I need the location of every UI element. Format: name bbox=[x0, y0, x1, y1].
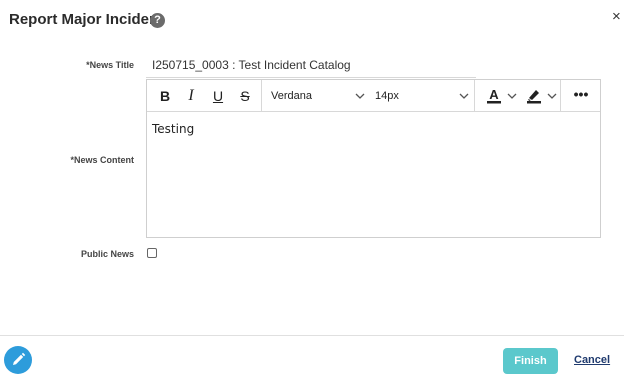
strikethrough-button[interactable]: S bbox=[236, 87, 254, 105]
editor-toolbar: B I U S Verdana 14px A ••• bbox=[147, 80, 600, 112]
text-color-button[interactable]: A bbox=[483, 86, 505, 106]
news-content-label: *News Content bbox=[70, 155, 134, 165]
highlighter-icon bbox=[527, 90, 541, 104]
footer-divider bbox=[0, 335, 624, 336]
dialog-title: Report Major Incident bbox=[9, 11, 164, 28]
highlight-color-button[interactable] bbox=[523, 86, 545, 106]
font-family-value: Verdana bbox=[271, 90, 312, 102]
question-circle-icon[interactable]: ? bbox=[150, 13, 165, 28]
public-news-checkbox[interactable] bbox=[147, 248, 157, 258]
toolbar-divider bbox=[560, 80, 561, 111]
text-color-icon: A bbox=[487, 87, 501, 104]
cancel-link[interactable]: Cancel bbox=[574, 354, 610, 366]
news-title-input[interactable] bbox=[146, 53, 476, 78]
editor-content[interactable]: Testing bbox=[152, 122, 194, 136]
rich-text-editor: B I U S Verdana 14px A ••• Testing bbox=[146, 79, 601, 238]
underline-button[interactable]: U bbox=[209, 87, 227, 105]
italic-button[interactable]: I bbox=[182, 87, 200, 105]
edit-button[interactable] bbox=[4, 346, 32, 374]
dialog-header: Report Major Incident ? × bbox=[0, 0, 624, 40]
font-size-select[interactable]: 14px bbox=[375, 87, 469, 105]
toolbar-divider bbox=[474, 80, 475, 111]
chevron-down-icon[interactable] bbox=[547, 87, 557, 105]
chevron-down-icon[interactable] bbox=[507, 87, 517, 105]
more-options-icon[interactable]: ••• bbox=[571, 87, 591, 105]
close-icon[interactable]: × bbox=[612, 9, 624, 24]
toolbar-divider bbox=[261, 80, 262, 111]
public-news-label: Public News bbox=[80, 249, 134, 259]
bold-button[interactable]: B bbox=[156, 87, 174, 105]
chevron-down-icon bbox=[459, 93, 469, 99]
finish-button[interactable]: Finish bbox=[503, 348, 558, 374]
pencil-icon bbox=[13, 352, 26, 365]
font-size-value: 14px bbox=[375, 90, 399, 102]
news-title-label: *News Title bbox=[86, 60, 134, 70]
font-family-select[interactable]: Verdana bbox=[271, 87, 365, 105]
text-color-glyph: A bbox=[489, 87, 499, 102]
chevron-down-icon bbox=[355, 93, 365, 99]
